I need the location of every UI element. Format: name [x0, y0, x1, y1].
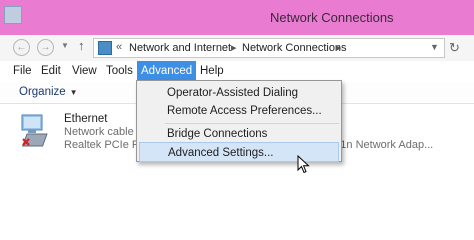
menu-view[interactable]: View	[68, 61, 101, 82]
organize-label: Organize	[19, 86, 66, 98]
window-title: Network Connections	[270, 10, 394, 25]
adapter-name[interactable]: Ethernet	[64, 113, 107, 125]
menu-help[interactable]: Help	[196, 61, 228, 82]
forward-arrow-icon[interactable]: →	[37, 39, 54, 56]
menu-item-remote-access-preferences[interactable]: Remote Access Preferences...	[139, 101, 339, 121]
wireless-adapter-device: 11n Network Adap...	[335, 139, 434, 151]
control-panel-icon	[98, 41, 112, 55]
back-arrow-icon[interactable]: ←	[13, 39, 30, 56]
refresh-icon[interactable]: ↻	[449, 40, 460, 56]
up-arrow-icon[interactable]: ↑	[78, 38, 85, 53]
address-dropdown-chevron-down-icon[interactable]: ▼	[430, 42, 439, 52]
menu-edit[interactable]: Edit	[37, 61, 65, 82]
ethernet-adapter-icon[interactable]	[18, 112, 58, 152]
title-bar: Network Connections	[0, 0, 474, 35]
address-bar[interactable]: « Network and Internet ▸ Network Connect…	[93, 38, 445, 58]
breadcrumb-separator-icon[interactable]: ▸	[231, 41, 237, 54]
breadcrumb-network-connections[interactable]: Network Connections	[242, 42, 347, 54]
menu-bar: File Edit View Tools Advanced Help	[0, 61, 474, 82]
advanced-menu-dropdown: Operator-Assisted Dialing Remote Access …	[136, 80, 342, 162]
menu-item-bridge-connections[interactable]: Bridge Connections	[139, 124, 339, 144]
chevron-down-icon: ▼	[69, 88, 78, 97]
mouse-pointer-icon	[297, 154, 311, 175]
window-icon	[4, 6, 22, 24]
recent-locations-chevron-down-icon[interactable]: ▼	[61, 41, 69, 50]
menu-file[interactable]: File	[9, 61, 36, 82]
menu-advanced[interactable]: Advanced	[137, 61, 197, 82]
breadcrumb-separator-icon[interactable]: ▸	[336, 41, 342, 54]
menu-item-operator-assisted-dialing[interactable]: Operator-Assisted Dialing	[139, 83, 339, 103]
organize-button[interactable]: Organize ▼	[19, 86, 78, 98]
adapter-status: Network cable u	[64, 126, 143, 138]
breadcrumb-network-and-internet[interactable]: Network and Internet	[129, 42, 231, 54]
menu-tools[interactable]: Tools	[102, 61, 137, 82]
address-bar-row: ← → ▼ ↑ « Network and Internet ▸ Network…	[0, 35, 474, 61]
address-overflow-icon[interactable]: «	[116, 41, 122, 53]
